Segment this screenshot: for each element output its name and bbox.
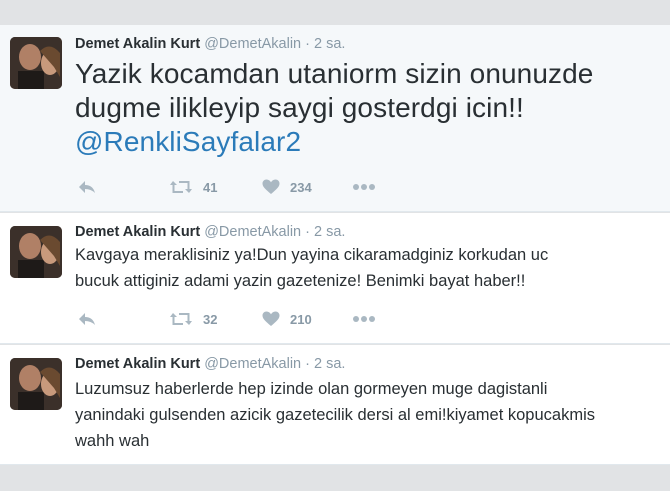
tweet-text-line: Yazik kocamdan utaniorm sizin onunuzde xyxy=(75,58,594,89)
reply-button[interactable] xyxy=(77,309,97,329)
tweet[interactable]: Demet Akalin Kurt @DemetAkalin · 2 sa. L… xyxy=(0,345,670,465)
tweet[interactable]: Demet Akalin Kurt @DemetAkalin · 2 sa. K… xyxy=(0,213,670,344)
like-button[interactable]: 234 xyxy=(262,177,312,197)
retweet-count: 41 xyxy=(203,179,218,195)
retweet-icon xyxy=(170,181,192,193)
user-handle[interactable]: @DemetAkalin xyxy=(204,224,301,240)
tweet-text-line: wahh wah xyxy=(75,432,150,450)
retweet-icon xyxy=(170,313,192,325)
reply-button[interactable] xyxy=(77,177,97,197)
tweet-text: Luzumsuz haberlerde hep izinde olan gorm… xyxy=(75,376,595,454)
user-handle[interactable]: @DemetAkalin xyxy=(204,36,301,52)
tweet-text: Yazik kocamdan utaniorm sizin onunuzde d… xyxy=(75,57,593,159)
retweet-button[interactable]: 32 xyxy=(169,309,217,329)
tweet-text-line: Kavgaya meraklisiniz ya!Dun yayina cikar… xyxy=(75,246,549,264)
avatar[interactable] xyxy=(10,226,62,278)
tweet[interactable]: Demet Akalin Kurt @DemetAkalin · 2 sa. Y… xyxy=(0,25,670,212)
heart-icon xyxy=(262,311,280,326)
avatar[interactable] xyxy=(10,358,62,410)
tweet-text-line: yanindaki gulsenden azicik gazetecilik d… xyxy=(75,406,595,424)
heart-icon xyxy=(262,179,280,194)
tweet-header: Demet Akalin Kurt @DemetAkalin · 2 sa. xyxy=(75,224,345,240)
tweet-text-line: dugme ilikleyip saygi gosterdgi icin!! xyxy=(75,92,524,123)
tweet-text: Kavgaya meraklisiniz ya!Dun yayina cikar… xyxy=(75,242,548,294)
timestamp[interactable]: 2 sa. xyxy=(314,36,345,52)
reply-icon xyxy=(79,181,95,193)
more-icon xyxy=(353,316,375,322)
display-name[interactable]: Demet Akalin Kurt xyxy=(75,224,200,240)
more-button[interactable] xyxy=(352,177,376,197)
tweet-actions: 32 210 xyxy=(75,309,395,329)
tweet-text-line: Luzumsuz haberlerde hep izinde olan gorm… xyxy=(75,380,548,398)
display-name[interactable]: Demet Akalin Kurt xyxy=(75,36,200,52)
tweet-text-line: bucuk attiginiz adami yazin gazetenize! … xyxy=(75,272,526,290)
like-count: 234 xyxy=(290,179,312,195)
timestamp[interactable]: 2 sa. xyxy=(314,224,345,240)
avatar[interactable] xyxy=(10,37,62,89)
tweet-header: Demet Akalin Kurt @DemetAkalin · 2 sa. xyxy=(75,36,345,52)
retweet-count: 32 xyxy=(203,311,218,327)
display-name[interactable]: Demet Akalin Kurt xyxy=(75,356,200,372)
tweet-header: Demet Akalin Kurt @DemetAkalin · 2 sa. xyxy=(75,356,345,372)
tweet-feed: Demet Akalin Kurt @DemetAkalin · 2 sa. Y… xyxy=(0,25,670,465)
separator: · xyxy=(305,224,310,240)
like-count: 210 xyxy=(290,311,312,327)
tweet-actions: 41 234 xyxy=(75,177,395,197)
mention-link[interactable]: @RenkliSayfalar2 xyxy=(75,125,593,159)
reply-icon xyxy=(79,313,95,325)
timestamp[interactable]: 2 sa. xyxy=(314,356,345,372)
user-handle[interactable]: @DemetAkalin xyxy=(204,356,301,372)
separator: · xyxy=(305,36,310,52)
retweet-button[interactable]: 41 xyxy=(169,177,217,197)
separator: · xyxy=(305,356,310,372)
more-button[interactable] xyxy=(352,309,376,329)
like-button[interactable]: 210 xyxy=(262,309,312,329)
more-icon xyxy=(353,184,375,190)
